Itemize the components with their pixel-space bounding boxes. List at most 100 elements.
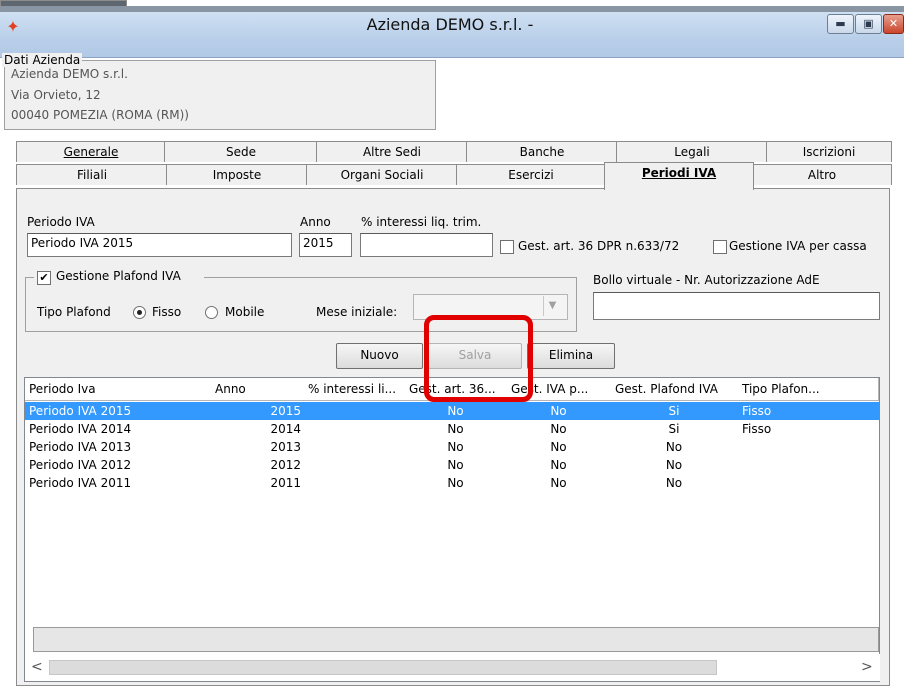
company-city: 00040 POMEZIA (ROMA (RM)): [11, 108, 189, 122]
tab-banche[interactable]: Banche: [466, 141, 618, 162]
tab-organi-sociali[interactable]: Organi Sociali: [306, 164, 458, 185]
highlight-box: [424, 315, 533, 402]
tab-label: Generale: [63, 145, 119, 159]
gest-cassa-label: Gestione IVA per cassa: [729, 239, 867, 253]
tab-label: Altro: [807, 168, 837, 182]
tab-label: Banche: [519, 145, 565, 159]
tab-label: Organi Sociali: [340, 168, 424, 182]
scrollbar-thumb[interactable]: [49, 660, 717, 675]
cell-art36: No: [447, 404, 464, 418]
interessi-label: % interessi liq. trim.: [361, 215, 482, 229]
fisso-label: Fisso: [152, 305, 182, 319]
mese-label: Mese iniziale:: [316, 305, 398, 319]
cell-art36: No: [447, 476, 464, 490]
column-header[interactable]: % interessi li...: [304, 378, 409, 401]
cell-periodo: Periodo IVA 2012: [29, 458, 132, 472]
column-header[interactable]: Tipo Plafon...: [738, 378, 879, 401]
cell-plafond: No: [665, 458, 683, 472]
tab-sede[interactable]: Sede: [164, 141, 318, 162]
cell-periodo: Periodo IVA 2015: [29, 404, 132, 418]
cell-art36: No: [447, 458, 464, 472]
tab-label: Esercizi: [508, 168, 554, 182]
maximize-button[interactable]: ▣: [855, 14, 882, 34]
cell-interessi: [304, 474, 404, 492]
tab-periodi-iva[interactable]: Periodi IVA: [604, 162, 754, 190]
tipo-plafond-label: Tipo Plafond: [37, 305, 111, 319]
top-strip: [0, 0, 904, 12]
gest-art36-checkbox[interactable]: [500, 240, 514, 254]
tab-altre-sedi[interactable]: Altre Sedi: [316, 141, 468, 162]
gest-art36-label: Gest. art. 36 DPR n.633/72: [518, 239, 680, 253]
chevron-down-icon[interactable]: ▼: [543, 296, 561, 316]
tab-filiali[interactable]: Filiali: [16, 164, 168, 185]
company-name: Azienda DEMO s.r.l.: [11, 67, 128, 81]
cell-interessi: [304, 420, 404, 438]
cell-cassa: No: [550, 458, 567, 472]
app-icon: ✦: [6, 17, 20, 36]
grid-footer: [33, 627, 879, 652]
cell-cassa: No: [550, 404, 567, 418]
table-row[interactable]: Periodo IVA 2013 2013 No No No: [25, 438, 880, 456]
anno-label: Anno: [300, 215, 331, 229]
periodo-input[interactable]: Periodo IVA 2015: [27, 233, 292, 257]
table-row[interactable]: Periodo IVA 2015 2015 No No Si Fisso: [25, 402, 880, 420]
tab-legali[interactable]: Legali: [616, 141, 768, 162]
cell-anno: 2012: [270, 458, 301, 472]
plafond-legend: ✔ Gestione Plafond IVA: [34, 269, 204, 285]
close-button[interactable]: ✕: [883, 14, 904, 34]
cell-anno: 2013: [270, 440, 301, 454]
tab-altro[interactable]: Altro: [752, 164, 892, 185]
tab-iscrizioni[interactable]: Iscrizioni: [766, 141, 892, 162]
cell-tipo: Fisso: [742, 404, 772, 418]
nuovo-button[interactable]: Nuovo: [336, 343, 423, 369]
interessi-input[interactable]: [360, 233, 493, 257]
table-row[interactable]: Periodo IVA 2011 2011 No No No: [25, 474, 880, 492]
elimina-button[interactable]: Elimina: [527, 343, 615, 369]
tab-label: Altre Sedi: [362, 145, 422, 159]
window-title: Azienda DEMO s.r.l. -: [366, 15, 534, 34]
tab-label: Legali: [674, 145, 710, 159]
fisso-radio[interactable]: [133, 306, 146, 319]
cell-anno: 2014: [270, 422, 301, 436]
cell-cassa: No: [550, 440, 567, 454]
tab-label: Imposte: [212, 168, 262, 182]
scroll-left-icon[interactable]: <: [31, 659, 45, 675]
company-info-legend: Dati Azienda: [2, 53, 83, 67]
column-header[interactable]: Anno: [211, 378, 308, 401]
mobile-radio[interactable]: [205, 306, 218, 319]
scroll-right-icon[interactable]: >: [861, 659, 875, 675]
horizontal-scrollbar[interactable]: < >: [25, 654, 880, 681]
plafond-label: Gestione Plafond IVA: [56, 269, 181, 283]
bollo-label: Bollo virtuale - Nr. Autorizzazione AdE: [593, 273, 820, 287]
tab-label: Periodi IVA: [641, 166, 717, 180]
cell-cassa: No: [550, 476, 567, 490]
periodi-grid[interactable]: Periodo Iva Anno % interessi li... Gest.…: [24, 377, 880, 682]
tab-label: Filiali: [76, 168, 108, 182]
gest-cassa-checkbox[interactable]: [713, 240, 727, 254]
column-header[interactable]: Periodo Iva: [25, 378, 215, 401]
cell-plafond: No: [665, 440, 683, 454]
cell-periodo: Periodo IVA 2011: [29, 476, 132, 490]
cell-cassa: No: [550, 422, 567, 436]
tab-label: Sede: [226, 145, 256, 159]
cell-periodo: Periodo IVA 2013: [29, 440, 132, 454]
periodo-label: Periodo IVA: [27, 215, 95, 229]
anno-input[interactable]: 2015: [299, 233, 352, 257]
tab-label: Iscrizioni: [802, 145, 856, 159]
tab-imposte[interactable]: Imposte: [166, 164, 308, 185]
cell-art36: No: [447, 440, 464, 454]
cell-interessi: [304, 438, 404, 456]
minimize-button[interactable]: ▬: [827, 14, 854, 34]
table-row[interactable]: Periodo IVA 2014 2014 No No Si Fisso: [25, 420, 880, 438]
table-row[interactable]: Periodo IVA 2012 2012 No No No: [25, 456, 880, 474]
company-address: Via Orvieto, 12: [11, 88, 101, 102]
cell-periodo: Periodo IVA 2014: [29, 422, 132, 436]
cell-anno: 2015: [270, 404, 301, 418]
tab-generale[interactable]: Generale: [16, 141, 166, 162]
tab-esercizi[interactable]: Esercizi: [456, 164, 606, 185]
bollo-input[interactable]: [593, 292, 880, 320]
cell-tipo: [738, 456, 878, 474]
company-info-group: Dati Azienda Azienda DEMO s.r.l. Via Orv…: [2, 53, 436, 130]
plafond-checkbox[interactable]: ✔: [37, 271, 51, 285]
column-header[interactable]: Gest. Plafond IVA: [611, 378, 742, 401]
